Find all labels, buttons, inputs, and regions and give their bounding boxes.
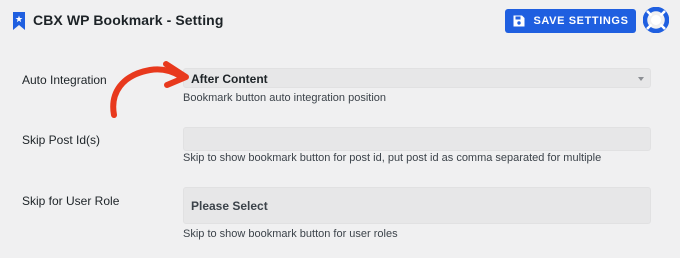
page-header: CBX WP Bookmark - Setting SAVE SETTINGS <box>0 0 680 44</box>
save-settings-button[interactable]: SAVE SETTINGS <box>505 9 636 33</box>
page-title: CBX WP Bookmark - Setting <box>33 12 224 28</box>
skip-post-ids-input[interactable] <box>183 127 651 151</box>
save-settings-label: SAVE SETTINGS <box>533 15 629 27</box>
skip-user-role-select[interactable]: Please Select <box>183 187 651 224</box>
skip-post-ids-help: Skip to show bookmark button for post id… <box>183 152 602 164</box>
auto-integration-value: After Content <box>191 72 268 86</box>
annotation-arrow-icon <box>110 61 189 118</box>
floppy-disk-icon <box>513 15 524 27</box>
lifebuoy-icon[interactable] <box>643 7 669 33</box>
skip-user-role-placeholder: Please Select <box>191 199 268 213</box>
skip-user-role-help: Skip to show bookmark button for user ro… <box>183 228 398 240</box>
caret-down-icon <box>638 77 644 81</box>
bookmark-icon <box>13 12 25 30</box>
auto-integration-help: Bookmark button auto integration positio… <box>183 92 387 104</box>
auto-integration-select[interactable]: After Content <box>183 68 651 88</box>
auto-integration-label: Auto Integration <box>22 73 107 87</box>
skip-post-ids-label: Skip Post Id(s) <box>22 133 101 147</box>
skip-user-role-label: Skip for User Role <box>22 194 120 208</box>
